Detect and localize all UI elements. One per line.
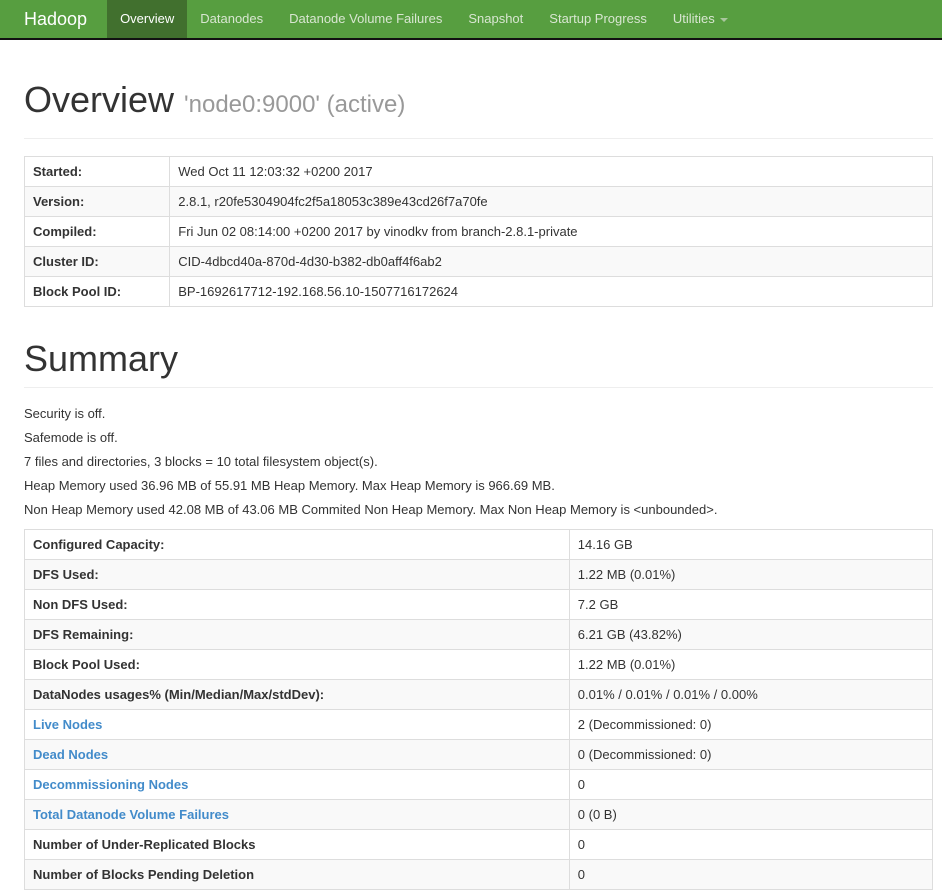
summary-row-link[interactable]: Decommissioning Nodes <box>33 777 188 792</box>
summary-row-value: 1.22 MB (0.01%) <box>568 649 934 680</box>
nav-item[interactable]: Datanode Volume Failures <box>276 0 455 38</box>
overview-table: Started: Wed Oct 11 12:03:32 +0200 2017 … <box>23 156 933 307</box>
overview-row-label: Started: <box>23 156 171 187</box>
summary-row-label: Number of Under-Replicated Blocks <box>33 837 256 852</box>
summary-row-value: 0 (0 B) <box>568 799 934 830</box>
summary-row-label-cell: Configured Capacity: <box>24 529 570 560</box>
nav-item[interactable]: Datanodes <box>187 0 276 38</box>
summary-row-link[interactable]: Live Nodes <box>33 717 102 732</box>
summary-row-value: 0.01% / 0.01% / 0.01% / 0.00% <box>568 679 934 710</box>
overview-title: Overview <box>24 79 175 120</box>
nav-item-label: Datanode Volume Failures <box>289 11 443 26</box>
overview-row-label: Block Pool ID: <box>23 276 171 307</box>
nav-item-label: Datanodes <box>200 11 264 26</box>
summary-row-value: 6.21 GB (43.82%) <box>568 619 934 650</box>
overview-row-label: Version: <box>23 186 171 217</box>
nav-item-label: Overview <box>120 11 175 26</box>
navbar-menu: Overview Datanodes Datanode Volume Failu… <box>107 0 741 38</box>
namenode-address-status: 'node0:9000' (active) <box>184 91 406 118</box>
summary-row-label-cell: DFS Remaining: <box>24 619 570 650</box>
summary-row-value: 2 (Decommissioned: 0) <box>568 709 934 740</box>
table-row: Version: 2.8.1, r20fe5304904fc2f5a18053c… <box>23 186 933 217</box>
nav-item-label: Utilities <box>672 11 715 26</box>
summary-row-label-cell: DataNodes usages% (Min/Median/Max/stdDev… <box>24 679 570 710</box>
summary-row-value: 0 (Decommissioned: 0) <box>568 739 934 770</box>
nav-item-label: Snapshot <box>468 11 524 26</box>
summary-info-line: Heap Memory used 36.96 MB of 55.91 MB He… <box>24 478 555 493</box>
summary-row-label: Number of Blocks Pending Deletion <box>33 867 255 882</box>
top-navbar: Hadoop Overview Datanodes Datanode Volum… <box>0 0 942 40</box>
table-row: Compiled: Fri Jun 02 08:14:00 +0200 2017… <box>23 216 933 247</box>
summary-row-value: 0 <box>568 829 934 860</box>
summary-row-value: 14.16 GB <box>568 529 934 560</box>
table-row: Block Pool Used: 1.22 MB (0.01%) <box>24 649 934 680</box>
nav-item[interactable]: Overview <box>107 0 188 38</box>
summary-row-label-cell: DFS Used: <box>24 559 570 590</box>
table-row: Block Pool ID: BP-1692617712-192.168.56.… <box>23 276 933 307</box>
nav-item[interactable]: Snapshot <box>455 0 536 38</box>
summary-row-label-cell: Dead Nodes <box>24 739 570 770</box>
summary-info-line: Safemode is off. <box>24 430 118 445</box>
chevron-down-icon <box>719 17 728 22</box>
summary-row-label: DataNodes usages% (Min/Median/Max/stdDev… <box>33 687 325 702</box>
table-row: Number of Blocks Pending Deletion 0 <box>24 859 934 890</box>
summary-row-label-cell: Block Pool Used: <box>24 649 570 680</box>
divider <box>24 138 933 139</box>
summary-table: Configured Capacity: 14.16 GB DFS Used: … <box>24 529 934 890</box>
overview-row-label: Compiled: <box>23 216 171 247</box>
summary-row-link[interactable]: Dead Nodes <box>33 747 108 762</box>
summary-row-label: Configured Capacity: <box>33 537 165 552</box>
table-row: Non DFS Used: 7.2 GB <box>24 589 934 620</box>
table-row: DFS Remaining: 6.21 GB (43.82%) <box>24 619 934 650</box>
summary-row-value: 7.2 GB <box>568 589 934 620</box>
summary-title: Summary <box>24 338 179 379</box>
summary-row-label-cell: Number of Under-Replicated Blocks <box>24 829 570 860</box>
summary-row-label: Block Pool Used: <box>33 657 140 672</box>
summary-row-label-cell: Live Nodes <box>24 709 570 740</box>
summary-row-label-cell: Decommissioning Nodes <box>24 769 570 800</box>
page-title: Overview 'node0:9000' (active) <box>24 80 933 125</box>
overview-row-value: CID-4dbcd40a-870d-4d30-b382-db0aff4f6ab2 <box>169 246 933 277</box>
summary-row-label: Non DFS Used: <box>33 597 128 612</box>
nav-item[interactable]: Utilities <box>660 0 741 38</box>
nav-item-label: Startup Progress <box>549 11 647 26</box>
overview-row-value: Wed Oct 11 12:03:32 +0200 2017 <box>169 156 933 187</box>
overview-row-label: Cluster ID: <box>23 246 171 277</box>
table-row: Configured Capacity: 14.16 GB <box>24 529 934 560</box>
summary-info-line: Non Heap Memory used 42.08 MB of 43.06 M… <box>24 502 718 517</box>
overview-row-value: BP-1692617712-192.168.56.10-150771617262… <box>169 276 933 307</box>
table-row: Cluster ID: CID-4dbcd40a-870d-4d30-b382-… <box>23 246 933 277</box>
summary-info-line: Security is off. <box>24 406 106 421</box>
table-row: Decommissioning Nodes 0 <box>24 769 934 800</box>
summary-row-label: DFS Used: <box>33 567 99 582</box>
divider <box>24 387 933 388</box>
table-row: Started: Wed Oct 11 12:03:32 +0200 2017 <box>23 156 933 187</box>
table-row: DFS Used: 1.22 MB (0.01%) <box>24 559 934 590</box>
summary-row-value: 0 <box>568 769 934 800</box>
summary-info-line: 7 files and directories, 3 blocks = 10 t… <box>24 454 378 469</box>
summary-row-value: 1.22 MB (0.01%) <box>568 559 934 590</box>
summary-row-label-cell: Non DFS Used: <box>24 589 570 620</box>
table-row: Number of Under-Replicated Blocks 0 <box>24 829 934 860</box>
brand-hadoop[interactable]: Hadoop <box>0 0 107 38</box>
summary-paragraphs: Security is off. Safemode is off. 7 file… <box>24 405 933 518</box>
table-row: Dead Nodes 0 (Decommissioned: 0) <box>24 739 934 770</box>
summary-row-value: 0 <box>568 859 934 890</box>
summary-row-link[interactable]: Total Datanode Volume Failures <box>33 807 229 822</box>
overview-row-value: Fri Jun 02 08:14:00 +0200 2017 by vinodk… <box>169 216 933 247</box>
page-content: Overview 'node0:9000' (active) Started: … <box>0 80 942 890</box>
summary-row-label-cell: Total Datanode Volume Failures <box>24 799 570 830</box>
table-row: Live Nodes 2 (Decommissioned: 0) <box>24 709 934 740</box>
table-row: Total Datanode Volume Failures 0 (0 B) <box>24 799 934 830</box>
overview-row-value: 2.8.1, r20fe5304904fc2f5a18053c389e43cd2… <box>169 186 933 217</box>
nav-item[interactable]: Startup Progress <box>536 0 660 38</box>
summary-row-label: DFS Remaining: <box>33 627 134 642</box>
table-row: DataNodes usages% (Min/Median/Max/stdDev… <box>24 679 934 710</box>
summary-row-label-cell: Number of Blocks Pending Deletion <box>24 859 570 890</box>
